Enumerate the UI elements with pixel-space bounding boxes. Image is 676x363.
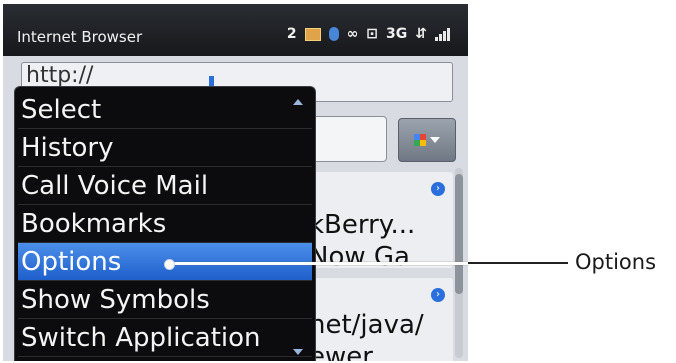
search-engine-button[interactable] xyxy=(398,118,456,162)
url-text: http:// xyxy=(26,63,94,88)
bluetooth-icon xyxy=(328,27,339,41)
lock-icon: ⊡ xyxy=(366,26,379,42)
menu-item-history[interactable]: History xyxy=(18,129,312,167)
menu-item-bookmarks[interactable]: Bookmarks xyxy=(18,205,312,243)
app-title: Internet Browser xyxy=(17,28,143,46)
chevron-down-icon xyxy=(430,137,440,143)
go-arrow-icon: › xyxy=(431,182,445,196)
callout-line xyxy=(172,262,468,265)
phone-screen: Internet Browser 2 ∞ ⊡ 3G ⇵ http:// › kB… xyxy=(3,4,468,361)
network-label: 3G xyxy=(386,26,408,42)
panel-line: ewer xyxy=(309,342,373,361)
signal-icon xyxy=(435,27,450,41)
menu-item-switch-application[interactable]: Switch Application xyxy=(18,319,312,357)
go-arrow-icon: › xyxy=(431,288,445,302)
panel-line: net/java/ xyxy=(309,310,424,340)
scrollbar-thumb[interactable] xyxy=(455,174,463,294)
message-count: 2 xyxy=(286,26,297,42)
status-bar: Internet Browser 2 ∞ ⊡ 3G ⇵ xyxy=(3,4,468,56)
search-engine-icon xyxy=(414,134,426,146)
menu-item-select[interactable]: Select xyxy=(18,91,312,129)
scroll-down-icon xyxy=(293,349,303,355)
voicemail-icon: ∞ xyxy=(346,26,359,42)
menu-item-call-voice-mail[interactable]: Call Voice Mail xyxy=(18,167,312,205)
menu-item-show-symbols[interactable]: Show Symbols xyxy=(18,281,312,319)
feed-panel[interactable]: › kBerry... Now Ga xyxy=(303,172,453,268)
figure: Internet Browser 2 ∞ ⊡ 3G ⇵ http:// › kB… xyxy=(0,0,676,363)
panel-line: kBerry... xyxy=(309,210,416,240)
callout-label: Options xyxy=(575,250,657,274)
context-menu: Select History Call Voice Mail Bookmarks… xyxy=(14,86,316,361)
feed-panel[interactable]: › net/java/ ewer xyxy=(303,278,453,361)
callout-leader xyxy=(468,262,568,264)
mail-icon xyxy=(304,27,321,41)
status-icons: 2 ∞ ⊡ 3G ⇵ xyxy=(287,26,450,42)
callout-dot xyxy=(164,259,175,270)
data-arrows-icon: ⇵ xyxy=(415,26,427,42)
